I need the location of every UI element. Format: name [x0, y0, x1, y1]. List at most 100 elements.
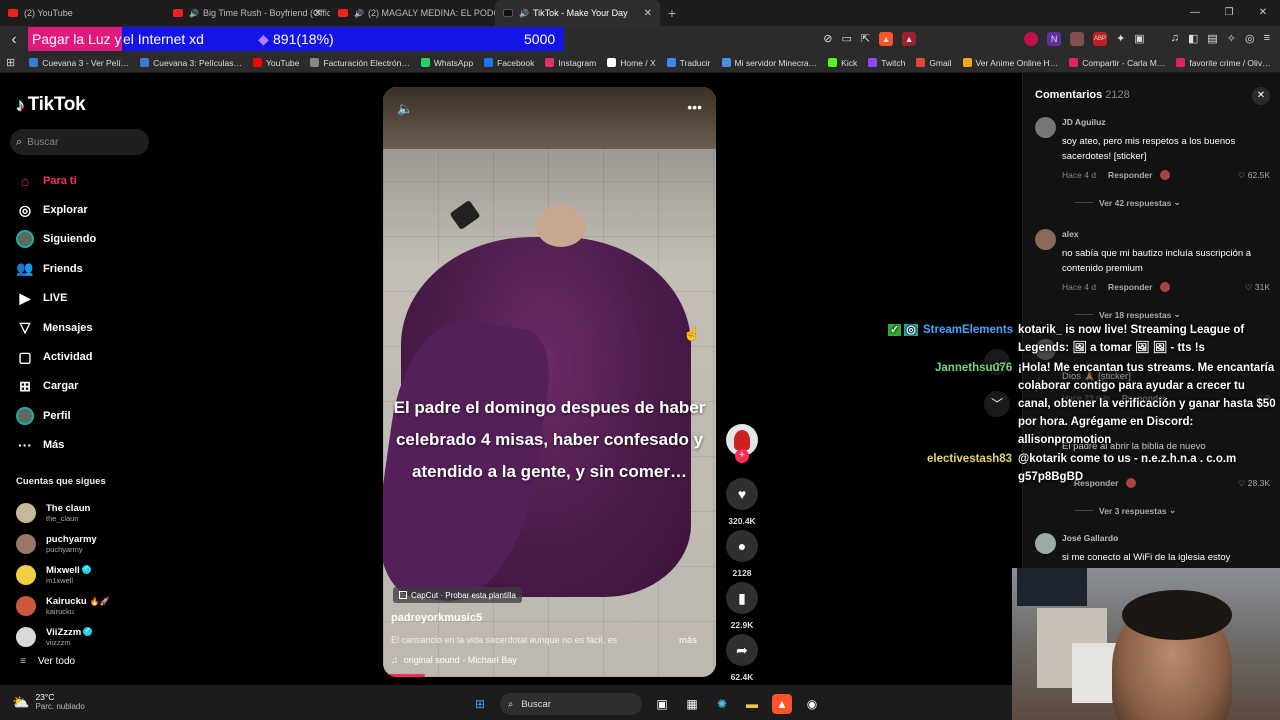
- follow-plus-icon[interactable]: +: [735, 449, 749, 463]
- extension-icon[interactable]: [1070, 32, 1085, 46]
- store-icon[interactable]: ▦: [682, 694, 702, 714]
- view-replies-button[interactable]: Ver 18 respuestas ⌄: [1075, 309, 1181, 320]
- comment-button[interactable]: ● 2128: [726, 530, 758, 578]
- new-tab-button[interactable]: +: [660, 5, 684, 21]
- brave-shield-icon[interactable]: ▲: [879, 32, 894, 46]
- speaker-icon[interactable]: 🔊: [519, 9, 529, 18]
- copilot-icon[interactable]: ✺: [712, 694, 732, 714]
- share-icon[interactable]: ⇱: [861, 32, 870, 46]
- nav-item-perfil[interactable]: Perfil: [16, 401, 161, 430]
- tab-tiktok[interactable]: 🔊 TikTok - Make Your Day ✕: [495, 0, 660, 26]
- tab-search-icon[interactable]: ▣: [1134, 32, 1144, 46]
- see-all-link[interactable]: ≡ Ver todo: [20, 656, 75, 667]
- nav-item-friends[interactable]: 👥 Friends: [16, 254, 161, 283]
- tab-youtube[interactable]: (2) YouTube: [0, 0, 165, 26]
- comment-likes[interactable]: ♡ 31K: [1245, 282, 1270, 293]
- bookmark-item[interactable]: Compartir - Carla M…: [1069, 58, 1165, 68]
- cast-icon[interactable]: ▭: [841, 32, 851, 46]
- adblock-icon[interactable]: ABP: [1093, 32, 1108, 46]
- bookmark-item[interactable]: Cuevana 3: Películas…: [140, 58, 242, 68]
- bookmark-item[interactable]: Kick: [828, 58, 857, 68]
- reply-button[interactable]: Responder: [1108, 282, 1152, 292]
- brave-rewards-icon[interactable]: ▲: [902, 32, 917, 46]
- extension-icon[interactable]: [1024, 32, 1039, 46]
- video-progress[interactable]: [387, 674, 425, 677]
- nav-item-para-ti[interactable]: ⌂ Para ti: [16, 166, 161, 195]
- minimize-icon[interactable]: —: [1178, 0, 1212, 26]
- speaker-icon[interactable]: 🔊: [189, 9, 199, 18]
- brave-icon[interactable]: ▲: [772, 694, 792, 714]
- weather-widget[interactable]: ⛅ 23°C Parc. nublado: [12, 692, 85, 712]
- bookmark-item[interactable]: favorite crime / Oliv…: [1176, 58, 1271, 68]
- capcut-template-link[interactable]: CapCut · Probar esta plantilla: [393, 587, 522, 603]
- nav-item-siguiendo[interactable]: Siguiendo: [16, 225, 161, 254]
- bookmark-item[interactable]: Instagram: [545, 58, 596, 68]
- following-account[interactable]: puchyarmy puchyarmy: [16, 528, 161, 559]
- comment-user[interactable]: José Gallardo: [1062, 533, 1118, 543]
- more-options-icon[interactable]: •••: [687, 99, 702, 115]
- more-link[interactable]: más: [679, 635, 697, 645]
- file-explorer-icon[interactable]: ▬: [742, 694, 762, 714]
- view-replies-button[interactable]: Ver 42 respuestas ⌄: [1075, 197, 1181, 208]
- reply-button[interactable]: Responder: [1108, 170, 1152, 180]
- comment-likes[interactable]: ♡ 62.5K: [1238, 170, 1270, 181]
- save-button[interactable]: ▮ 22.9K: [726, 582, 758, 630]
- close-window-icon[interactable]: ✕: [1246, 0, 1280, 26]
- bookmark-item[interactable]: Traducir: [666, 58, 711, 68]
- music-icon[interactable]: ♫: [1171, 32, 1179, 46]
- bookmark-item[interactable]: WhatsApp: [420, 58, 473, 68]
- bookmark-item[interactable]: YouTube: [252, 58, 299, 68]
- no-tracking-icon[interactable]: ⊘: [823, 32, 832, 46]
- sidebar-icon[interactable]: ◧: [1188, 32, 1198, 46]
- following-account[interactable]: ViiZzzm ✓ viizzzm: [16, 621, 161, 652]
- bookmark-item[interactable]: Mi servidor Minecra…: [721, 58, 817, 68]
- video-player[interactable]: 🔈 ••• El padre el domingo despues de hab…: [383, 87, 716, 677]
- close-comments-icon[interactable]: ✕: [1252, 87, 1270, 105]
- wallet-icon[interactable]: ▤: [1207, 32, 1217, 46]
- bookmark-item[interactable]: Gmail: [916, 58, 952, 68]
- bookmark-item[interactable]: Facebook: [484, 58, 534, 68]
- close-tab-icon[interactable]: ✕: [644, 8, 652, 19]
- video-username[interactable]: padreyorkmusic5: [391, 612, 482, 624]
- comment-user[interactable]: alex: [1062, 229, 1079, 239]
- tab-magaly[interactable]: 🔊 (2) MAGALY MEDINA: EL PODCAST -: [330, 0, 495, 26]
- apps-grid-icon[interactable]: ⊞: [6, 56, 15, 69]
- speaker-icon[interactable]: 🔊: [354, 9, 364, 18]
- following-account[interactable]: The claun the_claun: [16, 497, 161, 528]
- search-input[interactable]: ⌕ Buscar: [10, 129, 149, 155]
- bookmark-item[interactable]: Facturación Electrón…: [310, 58, 410, 68]
- vpn-icon[interactable]: ◎: [1245, 32, 1255, 46]
- avatar[interactable]: [1035, 533, 1056, 554]
- task-view-icon[interactable]: ▣: [652, 694, 672, 714]
- menu-icon[interactable]: ≡: [1264, 32, 1270, 46]
- view-replies-button[interactable]: Ver 3 respuestas ⌄: [1075, 505, 1176, 516]
- avatar[interactable]: [1035, 117, 1056, 138]
- avatar[interactable]: [1035, 229, 1056, 250]
- bookmark-item[interactable]: Twitch: [868, 58, 905, 68]
- bookmark-item[interactable]: Home / X: [607, 58, 656, 68]
- taskbar-search[interactable]: ⌕ Buscar: [500, 693, 642, 715]
- tiktok-logo[interactable]: ♪ TikTok: [16, 94, 86, 116]
- comment-user[interactable]: JD Aguiluz: [1062, 117, 1106, 127]
- leo-ai-icon[interactable]: ✧: [1227, 32, 1236, 46]
- nav-item-live[interactable]: ▶ LIVE: [16, 284, 161, 313]
- bookmark-item[interactable]: Cuevana 3 - Ver Pelí…: [29, 58, 129, 68]
- following-account[interactable]: Mixwell ✓ m1xwell: [16, 559, 161, 590]
- volume-icon[interactable]: 🔈: [397, 101, 413, 117]
- extension-icon[interactable]: N: [1047, 32, 1062, 46]
- video-sound[interactable]: ♫ original sound - Michael Bay: [391, 655, 517, 665]
- bookmark-item[interactable]: Ver Anime Online H…: [962, 58, 1058, 68]
- following-account[interactable]: Kairucku 🔥🚀 kairucku: [16, 590, 161, 621]
- nav-item-más[interactable]: ··· Más: [16, 431, 161, 460]
- obs-icon[interactable]: ◉: [802, 694, 822, 714]
- nav-item-mensajes[interactable]: ▽ Mensajes: [16, 313, 161, 342]
- next-video-chevron-icon[interactable]: ﹀: [984, 391, 1010, 417]
- extensions-puzzle-icon[interactable]: ✦: [1116, 32, 1125, 46]
- restore-icon[interactable]: ❐: [1212, 0, 1246, 26]
- windows-start-icon[interactable]: ⊞: [470, 694, 490, 714]
- like-button[interactable]: ♥ 320.4K: [726, 478, 758, 526]
- share-button[interactable]: ➦ 62.4K: [726, 634, 758, 682]
- nav-item-cargar[interactable]: ⊞ Cargar: [16, 372, 161, 401]
- nav-item-explorar[interactable]: ◎ Explorar: [16, 195, 161, 224]
- close-tab-icon[interactable]: ✕: [314, 8, 322, 19]
